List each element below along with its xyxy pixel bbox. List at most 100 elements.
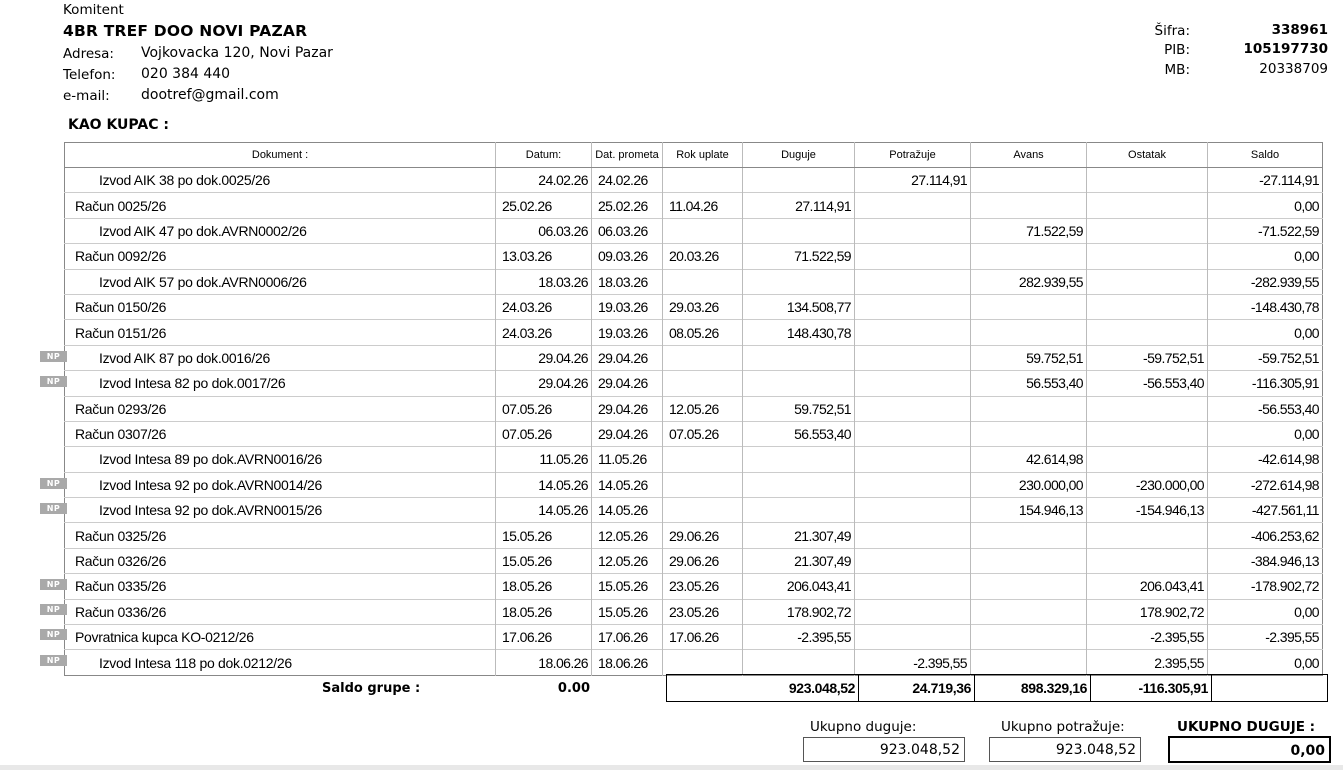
cell-avans: [970, 293, 1087, 320]
cell-dat-prometa: 29.04.26: [591, 420, 663, 447]
cell-rok-uplate: [662, 471, 743, 498]
phone-value: 020 384 440: [141, 66, 231, 82]
table-row: Izvod Intesa 92 po dok.AVRN0014/26 14.05.…: [64, 471, 1323, 498]
cell-rok-uplate: 08.05.26: [662, 319, 743, 346]
ledger-body: Izvod AIK 38 po dok.0025/26 24.02.26 24.02…: [64, 166, 1323, 676]
col-header-dokument: Dokument :: [64, 142, 496, 168]
sifra-value: 338961: [1271, 22, 1328, 38]
col-header-saldo: Saldo: [1207, 142, 1323, 168]
mb-value: 20338709: [1259, 61, 1328, 77]
cell-ostatak: [1086, 192, 1208, 219]
cell-ostatak: [1086, 319, 1208, 346]
mb-label: MB:: [1164, 62, 1190, 78]
cell-rok-uplate: 17.06.26: [662, 624, 743, 650]
cell-rok-uplate: [662, 217, 743, 244]
cell-rok-uplate: 20.03.26: [662, 243, 743, 270]
table-row: Izvod Intesa 82 po dok.0017/26 29.04.26 29…: [64, 370, 1323, 397]
cell-dat-prometa: 29.04.26: [591, 344, 663, 371]
grand-total-field: 0,00: [1168, 736, 1331, 763]
cell-avans: 282.939,55: [970, 268, 1087, 295]
summary-potrazuje: 24.719,36: [858, 674, 975, 702]
cell-datum: 14.05.26: [495, 497, 592, 523]
cell-dat-prometa: 06.03.26: [591, 217, 663, 244]
cell-saldo: -384.946,13: [1207, 547, 1323, 574]
cell-potrazuje: [854, 471, 971, 498]
cell-datum: 25.02.26: [495, 192, 592, 219]
cell-potrazuje: -2.395,55: [854, 649, 971, 676]
table-row: Račun 0293/26 07.05.26 29.04.26 12.05.26 59.…: [64, 395, 1323, 422]
table-row: Izvod Intesa 92 po dok.AVRN0015/26 14.05.…: [64, 497, 1323, 523]
cell-rok-uplate: 07.05.26: [662, 420, 743, 447]
cell-dat-prometa: 15.05.26: [591, 598, 663, 625]
email-label: e-mail:: [63, 88, 110, 104]
cell-duguje: [742, 649, 855, 676]
cell-saldo: 0,00: [1207, 319, 1323, 346]
cell-saldo: -148.430,78: [1207, 293, 1323, 320]
cell-potrazuje: [854, 344, 971, 371]
summary-avans: 898.329,16: [974, 674, 1091, 702]
pib-label: PIB:: [1164, 42, 1190, 58]
summary-label: Saldo grupe :: [322, 681, 421, 696]
total-potrazuje-field: 923.048,52: [989, 737, 1141, 762]
summary-ostatak: -116.305,91: [1090, 674, 1212, 702]
cell-dokument: Račun 0293/26: [64, 395, 496, 422]
cell-avans: 56.553,40: [970, 370, 1087, 397]
col-header-duguje: Duguje: [742, 142, 855, 168]
summary-duguje: 923.048,52: [666, 674, 859, 702]
cell-dokument: Račun 0025/26: [64, 192, 496, 219]
cell-dat-prometa: 12.05.26: [591, 547, 663, 574]
section-title: KAO KUPAC :: [68, 117, 169, 133]
cell-dat-prometa: 14.05.26: [591, 497, 663, 523]
total-duguje-label: Ukupno duguje:: [810, 719, 917, 735]
cell-saldo: -272.614,98: [1207, 471, 1323, 498]
cell-avans: 59.752,51: [970, 344, 1087, 371]
cell-rok-uplate: [662, 166, 743, 193]
cell-duguje: [742, 497, 855, 523]
pib-value: 105197730: [1243, 41, 1328, 57]
cell-dokument: Račun 0150/26: [64, 293, 496, 320]
cell-ostatak: [1086, 395, 1208, 422]
np-badge: NP: [40, 351, 67, 363]
cell-dat-prometa: 14.05.26: [591, 471, 663, 498]
cell-ostatak: [1086, 522, 1208, 549]
cell-duguje: [742, 166, 855, 193]
cell-saldo: -2.395,55: [1207, 624, 1323, 650]
cell-datum: 18.06.26: [495, 649, 592, 676]
table-row: Račun 0325/26 15.05.26 12.05.26 29.06.26 21.…: [64, 522, 1323, 549]
cell-saldo: -282.939,55: [1207, 268, 1323, 295]
cell-rok-uplate: 29.03.26: [662, 293, 743, 320]
np-badge: NP: [40, 629, 67, 641]
col-header-potrazuje: Potražuje: [854, 142, 971, 168]
cell-avans: [970, 319, 1087, 346]
np-badge: NP: [40, 604, 67, 616]
table-row: Izvod AIK 87 po dok.0016/26 29.04.26 29.04…: [64, 344, 1323, 371]
summary-value: 0.00: [557, 681, 590, 696]
client-section-label: Komitent: [63, 2, 124, 18]
cell-rok-uplate: 29.06.26: [662, 522, 743, 549]
np-badge: NP: [40, 376, 67, 388]
cell-dat-prometa: 19.03.26: [591, 293, 663, 320]
cell-duguje: 178.902,72: [742, 598, 855, 625]
cell-rok-uplate: [662, 268, 743, 295]
cell-ostatak: 178.902,72: [1086, 598, 1208, 625]
cell-dokument: Račun 0325/26: [64, 522, 496, 549]
cell-ostatak: [1086, 446, 1208, 473]
cell-dokument: Izvod Intesa 82 po dok.0017/26: [64, 370, 496, 397]
table-row: Račun 0336/26 18.05.26 15.05.26 23.05.26 178…: [64, 598, 1323, 625]
cell-datum: 18.05.26: [495, 598, 592, 625]
cell-potrazuje: [854, 573, 971, 600]
col-header-ostatak: Ostatak: [1086, 142, 1208, 168]
table-row: Izvod Intesa 89 po dok.AVRN0016/26 11.05.…: [64, 446, 1323, 473]
cell-dat-prometa: 25.02.26: [591, 192, 663, 219]
cell-potrazuje: [854, 598, 971, 625]
cell-saldo: 0,00: [1207, 243, 1323, 270]
table-row: Račun 0307/26 07.05.26 29.04.26 07.05.26 56.…: [64, 420, 1323, 447]
cell-rok-uplate: 12.05.26: [662, 395, 743, 422]
np-badge: NP: [40, 477, 67, 489]
cell-saldo: 0,00: [1207, 649, 1323, 676]
cell-duguje: [742, 268, 855, 295]
table-header-row: Dokument : Datum: Dat. prometa Rok uplat…: [64, 142, 1323, 168]
cell-dat-prometa: 18.06.26: [591, 649, 663, 676]
cell-dokument: Izvod AIK 57 po dok.AVRN0006/26: [64, 268, 496, 295]
cell-ostatak: -56.553,40: [1086, 370, 1208, 397]
